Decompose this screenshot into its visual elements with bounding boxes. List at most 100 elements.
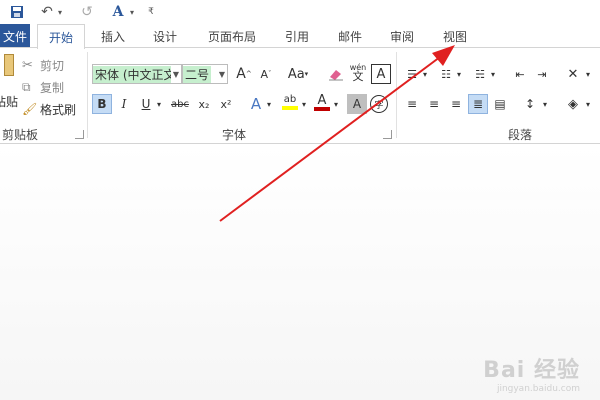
strikethrough-icon: abc <box>171 98 189 110</box>
copy-button[interactable]: ⧉ 复制 <box>22 78 64 96</box>
highlight-dropdown[interactable]: ▾ <box>299 94 309 114</box>
phonetic-guide-bottom: 文 <box>352 70 364 83</box>
justify-button[interactable]: ≣ <box>468 94 488 114</box>
group-divider <box>396 52 397 138</box>
tab-mailings[interactable]: 邮件 <box>331 24 369 48</box>
highlight-button[interactable]: ab <box>280 92 300 112</box>
tab-references[interactable]: 引用 <box>278 24 316 48</box>
watermark-text: Bai 经验 <box>483 358 580 383</box>
character-border-icon: A <box>376 66 386 82</box>
numbering-button[interactable]: ☷ <box>436 64 456 84</box>
tab-design[interactable]: 设计 <box>146 24 184 48</box>
paste-button[interactable]: 粘贴 <box>0 54 18 110</box>
font-color-bar <box>314 106 330 111</box>
distributed-button[interactable]: ▤ <box>490 94 510 114</box>
shrink-font-icon: A <box>260 67 269 81</box>
watermark: Bai 经验 jingyan.baidu.com <box>483 352 580 394</box>
font-group-label: 字体 <box>222 128 247 142</box>
watermark-url: jingyan.baidu.com <box>496 384 580 394</box>
align-center-button[interactable]: ≡ <box>424 94 444 114</box>
shading-button[interactable]: ◈ <box>563 94 583 114</box>
tab-home[interactable]: 开始 <box>37 24 85 49</box>
subscript-icon: x₂ <box>198 97 210 111</box>
chevron-down-icon: ▼ <box>172 70 179 79</box>
cut-label: 剪切 <box>40 58 65 73</box>
shading-dropdown[interactable]: ▾ <box>583 94 593 114</box>
group-divider <box>87 52 88 138</box>
font-color-button[interactable]: A <box>312 92 332 112</box>
tab-page-layout[interactable]: 页面布局 <box>202 24 262 48</box>
highlight-color-bar <box>282 106 298 110</box>
multilevel-list-dropdown[interactable]: ▾ <box>488 64 498 84</box>
italic-button[interactable]: I <box>114 94 134 114</box>
numbering-dropdown[interactable]: ▾ <box>454 64 464 84</box>
font-color-dropdown[interactable]: ▾ <box>331 94 341 114</box>
redo-icon[interactable]: ↺ <box>78 3 96 21</box>
ribbon-tabs: 文件 开始 插入 设计 页面布局 引用 邮件 审阅 视图 <box>0 24 600 49</box>
paste-label: 粘贴 <box>0 95 18 109</box>
clipboard-dialog-launcher[interactable] <box>75 130 84 139</box>
font-color-icon: A <box>317 92 327 108</box>
font-name-combo[interactable]: 宋体 (中文正文) ▼ <box>92 64 182 84</box>
subscript-button[interactable]: x₂ <box>194 94 214 114</box>
cut-button[interactable]: ✂ 剪切 <box>22 56 64 74</box>
grow-font-icon: A <box>236 66 246 82</box>
font-dialog-launcher[interactable] <box>383 130 392 139</box>
bold-icon: B <box>97 97 107 111</box>
line-spacing-button[interactable]: ↕ <box>520 94 540 114</box>
clipboard-group-label: 剪贴板 <box>2 128 39 142</box>
font-size-combo[interactable]: 二号 ▼ <box>182 64 228 84</box>
tab-insert[interactable]: 插入 <box>94 24 132 48</box>
undo-icon[interactable]: ↶ <box>38 3 56 21</box>
multilevel-list-button[interactable]: ☵ <box>470 64 490 84</box>
format-painter-button[interactable]: 🖌 格式刷 <box>22 100 76 118</box>
align-left-button[interactable]: ≡ <box>402 94 422 114</box>
text-style-dropdown-icon[interactable]: ▾ <box>128 3 136 21</box>
italic-icon: I <box>121 97 127 111</box>
decrease-indent-button[interactable]: ⇤ <box>510 64 530 84</box>
text-effects-icon: A <box>250 95 262 113</box>
underline-dropdown[interactable]: ▾ <box>154 94 164 114</box>
grow-font-button[interactable]: A ^ <box>234 64 254 84</box>
text-effects-button[interactable]: A <box>246 94 266 114</box>
text-style-icon[interactable]: A <box>108 3 128 21</box>
bullets-dropdown[interactable]: ▾ <box>420 64 430 84</box>
clear-formatting-button[interactable] <box>326 64 346 84</box>
highlighter-icon: ab <box>283 94 297 105</box>
strikethrough-button[interactable]: abc <box>168 94 192 114</box>
bullets-button[interactable]: ☰ <box>402 64 422 84</box>
change-case-button[interactable]: Aa ▾ <box>284 64 312 84</box>
superscript-button[interactable]: x² <box>216 94 236 114</box>
bold-button[interactable]: B <box>92 94 112 114</box>
paragraph-group-label: 段落 <box>508 128 533 142</box>
copy-icon: ⧉ <box>22 79 31 94</box>
underline-button[interactable]: U <box>136 94 156 114</box>
shrink-font-button[interactable]: Aˇ <box>256 64 276 84</box>
phonetic-guide-button[interactable]: wén 文 <box>348 62 368 82</box>
asian-layout-dropdown[interactable]: ▾ <box>583 64 593 84</box>
quick-access-toolbar: ↶ ▾ ↺ A ▾ ₹ <box>0 0 600 24</box>
enclose-characters-icon: 字 <box>370 95 388 113</box>
customize-qat-icon[interactable]: ₹ <box>146 3 156 21</box>
text-effects-dropdown[interactable]: ▾ <box>264 94 274 114</box>
character-border-button[interactable]: A <box>371 64 391 84</box>
character-shading-icon: A <box>352 97 362 111</box>
character-shading-button[interactable]: A <box>347 94 367 114</box>
eraser-icon <box>329 70 343 81</box>
asian-layout-button[interactable]: ✕ <box>563 64 583 84</box>
format-painter-label: 格式刷 <box>40 102 77 117</box>
document-canvas[interactable]: Bai 经验 jingyan.baidu.com <box>0 144 600 400</box>
tab-file[interactable]: 文件 <box>0 24 30 48</box>
tab-review[interactable]: 审阅 <box>383 24 421 48</box>
align-right-button[interactable]: ≡ <box>446 94 466 114</box>
superscript-icon: x² <box>220 97 232 111</box>
undo-dropdown-icon[interactable]: ▾ <box>56 3 64 21</box>
line-spacing-dropdown[interactable]: ▾ <box>540 94 550 114</box>
increase-indent-button[interactable]: ⇥ <box>532 64 552 84</box>
paintbrush-icon: 🖌 <box>22 102 38 116</box>
tab-view[interactable]: 视图 <box>436 24 474 48</box>
change-case-icon: Aa <box>287 66 305 82</box>
font-name-value: 宋体 (中文正文) <box>93 65 171 83</box>
save-icon[interactable] <box>8 3 26 21</box>
enclose-characters-button[interactable]: 字 <box>369 94 389 114</box>
